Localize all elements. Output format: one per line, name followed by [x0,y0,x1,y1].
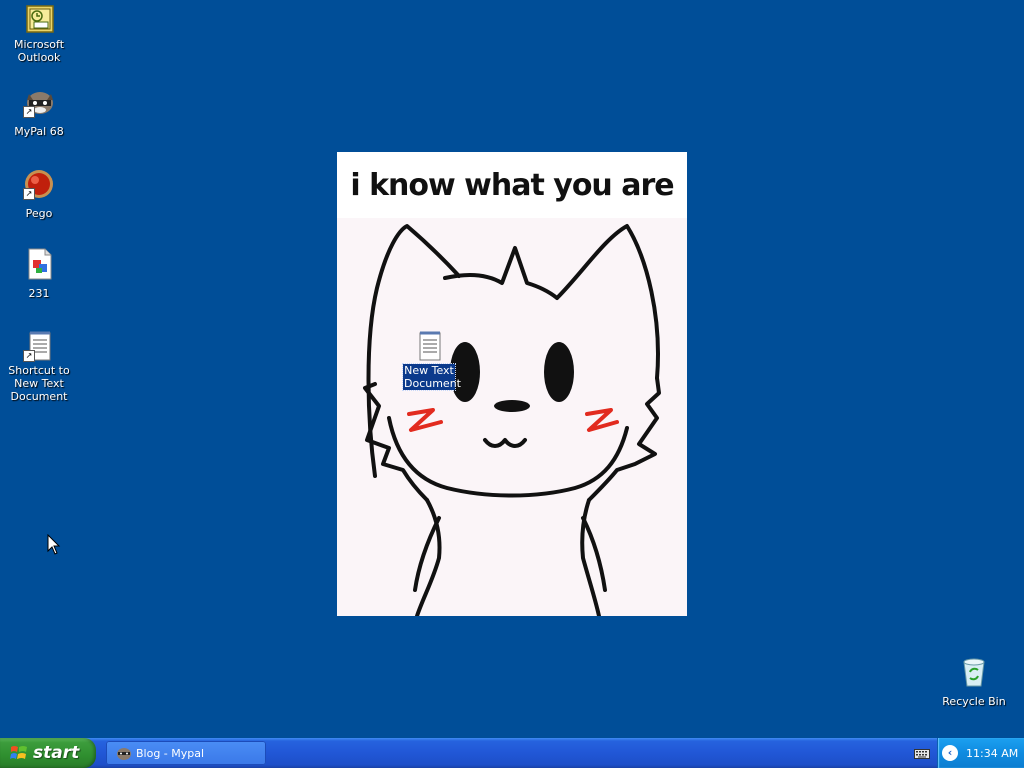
start-label: start [33,743,80,763]
shortcut-arrow-icon: ↗ [23,188,35,200]
desktop-icon-label: 231 [28,287,50,300]
desktop-icon-shortcut-text-document[interactable]: ↗ Shortcut to New Text Document [1,330,77,404]
red-orb-icon: ↗ [23,168,55,200]
taskbar: start Blog - Mypal ‹ 11:34 AM [0,738,1024,768]
wallpaper-caption: i know what you are [350,167,674,203]
keyboard-icon[interactable] [914,749,930,759]
cat-drawing [363,224,661,616]
desktop-icon-label: Shortcut to New Text Document [8,364,70,403]
chevron-left-icon[interactable]: ‹ [942,745,958,761]
shortcut-arrow-icon: ↗ [23,106,35,118]
desktop-icon-label: MyPal 68 [14,125,64,138]
desktop-icon-mypal[interactable]: ↗ MyPal 68 [1,86,77,139]
wallpaper-image: i know what you are [337,152,687,616]
text-document-icon: ↗ [23,330,55,362]
shortcut-arrow-icon: ↗ [23,350,35,362]
wallpaper-banner: i know what you are [337,152,687,218]
raccoon-browser-icon [117,748,131,760]
desktop-icon-outlook[interactable]: Microsoft Outlook [1,4,77,65]
image-file-icon [23,248,55,280]
desktop-icon-new-text-document[interactable]: New Text Document [391,330,467,391]
desktop-icon-label: Microsoft Outlook [13,38,65,64]
raccoon-browser-icon: ↗ [23,86,55,118]
system-tray: ‹ 11:34 AM [937,738,1024,768]
taskbar-item-blog-mypal[interactable]: Blog - Mypal [106,741,266,765]
start-button[interactable]: start [0,738,96,768]
recycle-bin-icon [958,656,990,688]
desktop-icon-recycle-bin[interactable]: Recycle Bin [936,656,1012,709]
clock[interactable]: 11:34 AM [966,747,1018,760]
taskbar-item-label: Blog - Mypal [136,746,205,760]
text-document-icon [413,330,445,362]
desktop-icon-label: Recycle Bin [942,695,1006,708]
desktop-icon-pego[interactable]: ↗ Pego [1,168,77,221]
desktop-icon-231[interactable]: 231 [1,248,77,301]
outlook-icon [23,4,55,36]
desktop[interactable]: i know what you are Microsoft Outlook ↗ … [0,0,1024,768]
desktop-icon-label: New Text Document [402,363,461,391]
mouse-cursor-icon [47,534,61,555]
desktop-icon-label: Pego [25,207,53,220]
windows-logo-icon [10,746,27,759]
